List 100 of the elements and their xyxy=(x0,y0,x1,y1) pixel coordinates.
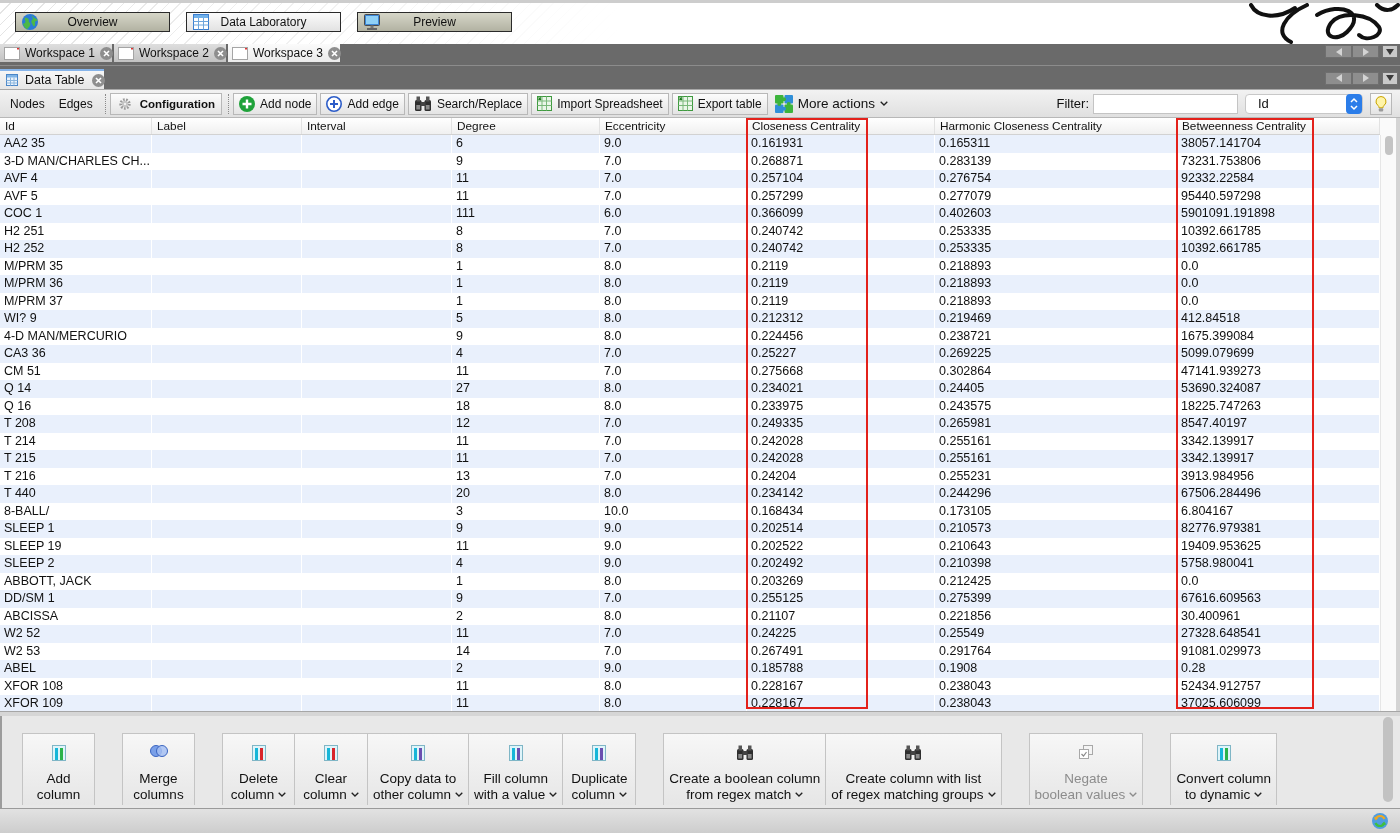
binoculars-icon xyxy=(904,745,923,761)
column-header[interactable]: Closeness Centrality xyxy=(747,118,935,134)
tips-button[interactable] xyxy=(1370,92,1392,115)
table-row[interactable]: CA3 36 4 7.0 0.25227 0.269225 5099.079699 xyxy=(0,345,1380,363)
close-icon[interactable] xyxy=(327,46,341,60)
nav-button[interactable]: Preview xyxy=(357,12,512,32)
nav-button[interactable]: Data Laboratory xyxy=(186,12,341,32)
table-row[interactable]: COC 1 111 6.0 0.366099 0.402603 5901091.191898 xyxy=(0,205,1380,223)
tab-list-button[interactable] xyxy=(1382,71,1398,85)
table-row[interactable]: WI? 9 5 8.0 0.212312 0.219469 412.84518 xyxy=(0,310,1380,328)
filter-field[interactable] xyxy=(1093,93,1238,114)
column-tool-button[interactable]: Duplicate column xyxy=(563,733,637,805)
configuration-button[interactable]: Configuration xyxy=(109,92,223,115)
toolbar-button[interactable]: Add edge xyxy=(320,92,405,115)
table-cell: 0.24405 xyxy=(935,380,1177,398)
table-cell: 10392.661785 xyxy=(1177,240,1380,258)
table-row[interactable]: H2 252 8 7.0 0.240742 0.253335 10392.661785 xyxy=(0,240,1380,258)
table-row[interactable]: W2 52 11 7.0 0.24225 0.25549 27328.648541 xyxy=(0,625,1380,643)
table-cell: 92332.22584 xyxy=(1177,170,1380,188)
toolbar-button[interactable]: Export table xyxy=(671,92,768,115)
table-row[interactable]: AVF 4 11 7.0 0.257104 0.276754 92332.22584 xyxy=(0,170,1380,188)
column-tool-button[interactable]: Fill column with a value xyxy=(469,733,564,805)
table-row[interactable]: AA2 35 6 9.0 0.161931 0.165311 38057.141704 xyxy=(0,135,1380,153)
column-tool-button[interactable]: Delete column xyxy=(222,733,295,805)
table-cell: 5 xyxy=(452,310,600,328)
table-row[interactable]: SLEEP 2 4 9.0 0.202492 0.210398 5758.980041 xyxy=(0,555,1380,573)
document-icon xyxy=(232,46,248,60)
column-icon xyxy=(411,745,425,761)
column-tool-button[interactable]: Clear column xyxy=(295,733,368,805)
column-tool-button[interactable]: Convert column to dynamic xyxy=(1170,733,1277,805)
column-tool-button[interactable]: Add column xyxy=(22,733,95,805)
refresh-icon xyxy=(1372,813,1388,829)
workspace-tab[interactable]: Workspace 3 xyxy=(228,44,340,62)
table-row[interactable]: SLEEP 1 9 9.0 0.202514 0.210573 82776.979381 xyxy=(0,520,1380,538)
panel-tab[interactable]: Data Table xyxy=(0,69,104,89)
table-cell: 0.165311 xyxy=(935,135,1177,153)
table-cell: 11 xyxy=(452,170,600,188)
scroll-left-button[interactable] xyxy=(1325,71,1352,85)
table-cell: 11 xyxy=(452,625,600,643)
close-icon[interactable] xyxy=(91,73,105,87)
table-icon xyxy=(193,14,209,30)
toolbar-button[interactable]: Add node xyxy=(233,92,318,115)
table-cell: T 208 xyxy=(0,415,152,433)
right-triangle-icon xyxy=(1362,74,1369,82)
table-row[interactable]: T 208 12 7.0 0.249335 0.265981 8547.40197 xyxy=(0,415,1380,433)
scroll-right-button[interactable] xyxy=(1352,45,1379,58)
table-cell: 0.265981 xyxy=(935,415,1177,433)
close-icon[interactable] xyxy=(99,46,113,60)
table-cell: 0.249335 xyxy=(747,415,935,433)
close-icon[interactable] xyxy=(213,46,227,60)
table-row[interactable]: ABEL 2 9.0 0.185788 0.1908 0.28 xyxy=(0,660,1380,678)
table-cell: 8.0 xyxy=(600,275,747,293)
table-cell: 20 xyxy=(452,485,600,503)
table-row[interactable]: DD/SM 1 9 7.0 0.255125 0.275399 67616.609563 xyxy=(0,590,1380,608)
column-select[interactable]: Id xyxy=(1245,93,1363,114)
scroll-right-button[interactable] xyxy=(1352,71,1379,85)
workspace-tab[interactable]: Workspace 2 xyxy=(114,44,226,62)
table-cell: 0.202514 xyxy=(747,520,935,538)
more-actions-button[interactable]: More actions xyxy=(770,94,892,113)
table-cell: SLEEP 2 xyxy=(0,555,152,573)
table-row[interactable]: XFOR 109 11 8.0 0.228167 0.238043 37025.606099 xyxy=(0,695,1380,711)
table-cell: 1 xyxy=(452,275,600,293)
column-tool-button[interactable]: Copy data to other column xyxy=(368,733,470,805)
spreadsheet-icon xyxy=(677,96,693,111)
toolbar-button[interactable]: Search/Replace xyxy=(407,92,529,115)
view-button[interactable]: Edges xyxy=(53,94,98,113)
table-cell: 6.0 xyxy=(600,205,747,223)
nav-button[interactable]: Overview xyxy=(15,12,170,32)
workspace-tab[interactable]: Workspace 1 xyxy=(0,44,112,62)
view-button[interactable]: Nodes xyxy=(5,94,50,113)
column-icon xyxy=(1216,745,1231,761)
table-cell: 82776.979381 xyxy=(1177,520,1380,538)
column-header[interactable]: Degree xyxy=(452,118,600,134)
table-cell: 0.219469 xyxy=(935,310,1177,328)
column-tool-button[interactable]: Create column with list of regex matching groups xyxy=(826,733,1002,805)
table-cell: 9.0 xyxy=(600,660,747,678)
column-header[interactable]: Harmonic Closeness Centrality xyxy=(935,118,1177,134)
tab-list-button[interactable] xyxy=(1382,45,1398,58)
column-header[interactable]: Id xyxy=(0,118,152,134)
table-row[interactable]: T 215 11 7.0 0.242028 0.255161 3342.139917 xyxy=(0,450,1380,468)
table-cell: H2 252 xyxy=(0,240,152,258)
table-row[interactable]: Q 14 27 8.0 0.234021 0.24405 53690.324087 xyxy=(0,380,1380,398)
table-cell: 8547.40197 xyxy=(1177,415,1380,433)
table-cell: 0.242028 xyxy=(747,450,935,468)
table-row[interactable]: T 440 20 8.0 0.234142 0.244296 67506.284496 xyxy=(0,485,1380,503)
scroll-thumb[interactable] xyxy=(1383,717,1393,802)
table-cell: 6 xyxy=(452,135,600,153)
table-row[interactable]: M/PRM 36 1 8.0 0.2119 0.218893 0.0 xyxy=(0,275,1380,293)
column-header[interactable]: Label xyxy=(152,118,302,134)
column-tool-button[interactable]: Merge columns xyxy=(122,733,195,805)
up-down-arrows-icon xyxy=(1346,93,1362,114)
column-header[interactable]: Interval xyxy=(302,118,452,134)
toolbar-button[interactable]: Import Spreadsheet xyxy=(531,92,669,115)
scroll-thumb[interactable] xyxy=(1384,136,1393,155)
scroll-left-button[interactable] xyxy=(1325,45,1352,58)
table-cell: 7.0 xyxy=(600,170,747,188)
chevron-down-icon xyxy=(880,101,888,106)
column-tool-button[interactable]: Create a boolean column from regex match xyxy=(663,733,827,805)
column-header[interactable]: Eccentricity xyxy=(600,118,747,134)
vertical-scrollbar[interactable] xyxy=(1380,135,1396,711)
